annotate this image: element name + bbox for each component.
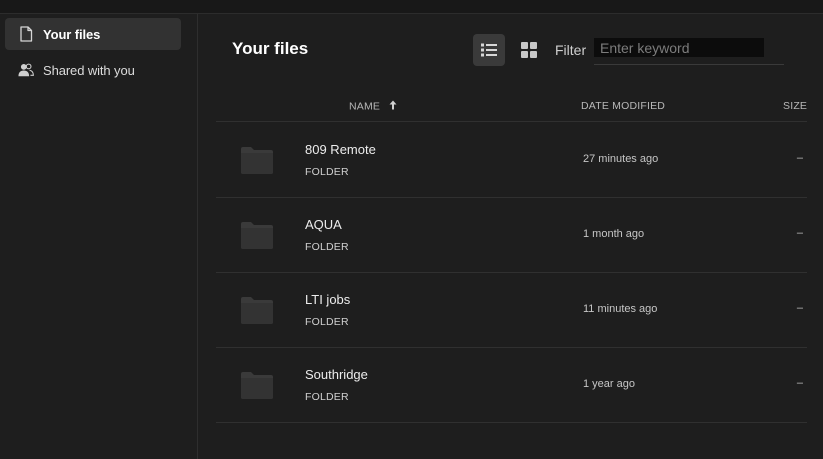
- file-size: –: [796, 227, 803, 239]
- file-type: FOLDER: [305, 166, 349, 178]
- file-size: –: [796, 302, 803, 314]
- document-icon: [18, 26, 34, 42]
- app-window: Your files Shared with you Your files Fi…: [0, 0, 823, 459]
- table-row[interactable]: Southridge FOLDER 1 year ago –: [216, 347, 807, 423]
- column-header-name-label: NAME: [349, 100, 381, 113]
- table-row[interactable]: LTI jobs FOLDER 11 minutes ago –: [216, 272, 807, 348]
- column-header-size[interactable]: SIZE: [783, 100, 807, 112]
- table-row[interactable]: 809 Remote FOLDER 27 minutes ago –: [216, 122, 807, 198]
- sidebar-item-label: Your files: [43, 26, 101, 42]
- main-content: Your files Filter NAME: [198, 14, 823, 459]
- filter-label: Filter: [555, 42, 587, 58]
- list-view-button[interactable]: [473, 34, 505, 66]
- grid-view-icon: [521, 42, 537, 58]
- file-name: LTI jobs: [305, 292, 351, 307]
- table-row[interactable]: AQUA FOLDER 1 month ago –: [216, 197, 807, 273]
- page-title: Your files: [232, 39, 309, 58]
- date-modified: 11 minutes ago: [583, 303, 658, 315]
- column-header-name[interactable]: NAME: [349, 100, 397, 113]
- folder-icon: [241, 222, 273, 249]
- grid-view-button[interactable]: [513, 34, 545, 66]
- sort-ascending-icon: [389, 100, 397, 113]
- folder-icon: [241, 147, 273, 174]
- filter-input[interactable]: [594, 38, 764, 57]
- sidebar-item-label: Shared with you: [43, 62, 135, 78]
- sidebar-item-your-files[interactable]: Your files: [5, 18, 181, 50]
- file-name: Southridge: [305, 367, 368, 382]
- file-name: AQUA: [305, 217, 342, 232]
- filter-underline: [594, 64, 784, 65]
- file-type: FOLDER: [305, 316, 349, 328]
- list-view-icon: [481, 43, 497, 57]
- folder-icon: [241, 297, 273, 324]
- file-type: FOLDER: [305, 241, 349, 253]
- date-modified: 27 minutes ago: [583, 153, 659, 165]
- date-modified: 1 year ago: [583, 378, 635, 390]
- file-type: FOLDER: [305, 391, 349, 403]
- file-name: 809 Remote: [305, 142, 376, 157]
- column-header-date-modified[interactable]: DATE MODIFIED: [581, 100, 665, 112]
- date-modified: 1 month ago: [583, 228, 645, 240]
- top-bar: [0, 0, 823, 14]
- sidebar-item-shared-with-you[interactable]: Shared with you: [5, 54, 181, 86]
- file-size: –: [796, 152, 803, 164]
- folder-icon: [241, 372, 273, 399]
- users-icon: [18, 62, 34, 78]
- file-size: –: [796, 377, 803, 389]
- sidebar: Your files Shared with you: [0, 14, 198, 459]
